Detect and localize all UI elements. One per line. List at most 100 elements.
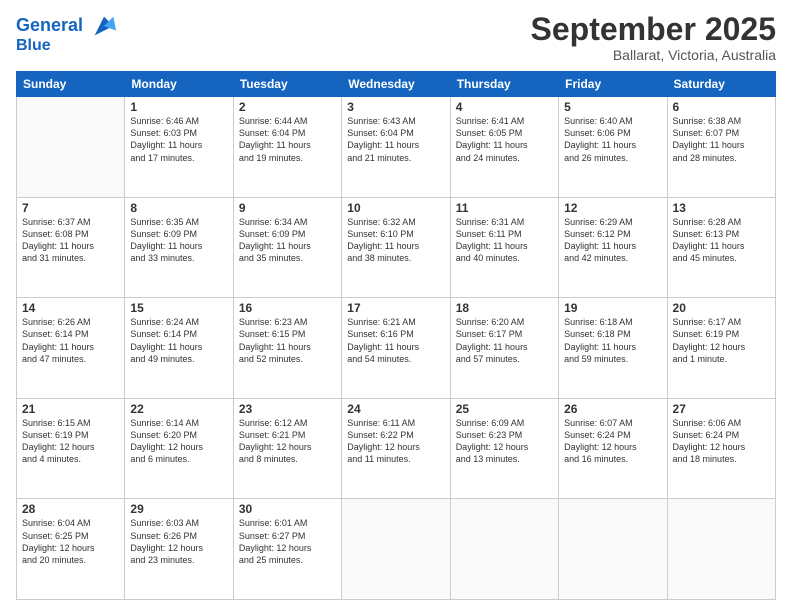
table-row — [17, 97, 125, 198]
cell-info: Sunrise: 6:18 AMSunset: 6:18 PMDaylight:… — [564, 316, 661, 365]
cell-info: Sunrise: 6:31 AMSunset: 6:11 PMDaylight:… — [456, 216, 553, 265]
cell-info: Sunrise: 6:03 AMSunset: 6:26 PMDaylight:… — [130, 517, 227, 566]
day-number: 28 — [22, 502, 119, 516]
cell-info: Sunrise: 6:28 AMSunset: 6:13 PMDaylight:… — [673, 216, 770, 265]
cell-info: Sunrise: 6:32 AMSunset: 6:10 PMDaylight:… — [347, 216, 444, 265]
cell-info: Sunrise: 6:44 AMSunset: 6:04 PMDaylight:… — [239, 115, 336, 164]
table-row: 20Sunrise: 6:17 AMSunset: 6:19 PMDayligh… — [667, 298, 775, 399]
table-row: 7Sunrise: 6:37 AMSunset: 6:08 PMDaylight… — [17, 197, 125, 298]
day-number: 21 — [22, 402, 119, 416]
header: General Blue September 2025 Ballarat, Vi… — [16, 12, 776, 63]
table-row: 4Sunrise: 6:41 AMSunset: 6:05 PMDaylight… — [450, 97, 558, 198]
cell-info: Sunrise: 6:12 AMSunset: 6:21 PMDaylight:… — [239, 417, 336, 466]
table-row: 29Sunrise: 6:03 AMSunset: 6:26 PMDayligh… — [125, 499, 233, 600]
col-tuesday: Tuesday — [233, 72, 341, 97]
col-sunday: Sunday — [17, 72, 125, 97]
table-row: 16Sunrise: 6:23 AMSunset: 6:15 PMDayligh… — [233, 298, 341, 399]
day-number: 29 — [130, 502, 227, 516]
table-row: 1Sunrise: 6:46 AMSunset: 6:03 PMDaylight… — [125, 97, 233, 198]
table-row: 13Sunrise: 6:28 AMSunset: 6:13 PMDayligh… — [667, 197, 775, 298]
day-number: 3 — [347, 100, 444, 114]
location-subtitle: Ballarat, Victoria, Australia — [531, 47, 776, 63]
table-row: 22Sunrise: 6:14 AMSunset: 6:20 PMDayligh… — [125, 398, 233, 499]
day-number: 27 — [673, 402, 770, 416]
table-row: 24Sunrise: 6:11 AMSunset: 6:22 PMDayligh… — [342, 398, 450, 499]
day-number: 14 — [22, 301, 119, 315]
day-number: 11 — [456, 201, 553, 215]
table-row: 8Sunrise: 6:35 AMSunset: 6:09 PMDaylight… — [125, 197, 233, 298]
day-number: 19 — [564, 301, 661, 315]
day-number: 8 — [130, 201, 227, 215]
cell-info: Sunrise: 6:38 AMSunset: 6:07 PMDaylight:… — [673, 115, 770, 164]
col-saturday: Saturday — [667, 72, 775, 97]
table-row: 28Sunrise: 6:04 AMSunset: 6:25 PMDayligh… — [17, 499, 125, 600]
cell-info: Sunrise: 6:29 AMSunset: 6:12 PMDaylight:… — [564, 216, 661, 265]
cell-info: Sunrise: 6:37 AMSunset: 6:08 PMDaylight:… — [22, 216, 119, 265]
table-row — [450, 499, 558, 600]
day-number: 18 — [456, 301, 553, 315]
cell-info: Sunrise: 6:46 AMSunset: 6:03 PMDaylight:… — [130, 115, 227, 164]
table-row: 3Sunrise: 6:43 AMSunset: 6:04 PMDaylight… — [342, 97, 450, 198]
logo-icon — [90, 12, 118, 40]
logo: General Blue — [16, 12, 118, 55]
cell-info: Sunrise: 6:41 AMSunset: 6:05 PMDaylight:… — [456, 115, 553, 164]
table-row: 26Sunrise: 6:07 AMSunset: 6:24 PMDayligh… — [559, 398, 667, 499]
cell-info: Sunrise: 6:43 AMSunset: 6:04 PMDaylight:… — [347, 115, 444, 164]
day-number: 7 — [22, 201, 119, 215]
cell-info: Sunrise: 6:35 AMSunset: 6:09 PMDaylight:… — [130, 216, 227, 265]
calendar-week-row: 1Sunrise: 6:46 AMSunset: 6:03 PMDaylight… — [17, 97, 776, 198]
table-row: 23Sunrise: 6:12 AMSunset: 6:21 PMDayligh… — [233, 398, 341, 499]
day-number: 22 — [130, 402, 227, 416]
cell-info: Sunrise: 6:23 AMSunset: 6:15 PMDaylight:… — [239, 316, 336, 365]
cell-info: Sunrise: 6:11 AMSunset: 6:22 PMDaylight:… — [347, 417, 444, 466]
col-friday: Friday — [559, 72, 667, 97]
day-number: 5 — [564, 100, 661, 114]
cell-info: Sunrise: 6:14 AMSunset: 6:20 PMDaylight:… — [130, 417, 227, 466]
table-row: 10Sunrise: 6:32 AMSunset: 6:10 PMDayligh… — [342, 197, 450, 298]
table-row: 14Sunrise: 6:26 AMSunset: 6:14 PMDayligh… — [17, 298, 125, 399]
calendar-week-row: 21Sunrise: 6:15 AMSunset: 6:19 PMDayligh… — [17, 398, 776, 499]
header-row: Sunday Monday Tuesday Wednesday Thursday… — [17, 72, 776, 97]
calendar-week-row: 14Sunrise: 6:26 AMSunset: 6:14 PMDayligh… — [17, 298, 776, 399]
table-row: 12Sunrise: 6:29 AMSunset: 6:12 PMDayligh… — [559, 197, 667, 298]
day-number: 16 — [239, 301, 336, 315]
day-number: 30 — [239, 502, 336, 516]
day-number: 4 — [456, 100, 553, 114]
col-wednesday: Wednesday — [342, 72, 450, 97]
day-number: 6 — [673, 100, 770, 114]
cell-info: Sunrise: 6:20 AMSunset: 6:17 PMDaylight:… — [456, 316, 553, 365]
day-number: 25 — [456, 402, 553, 416]
table-row: 25Sunrise: 6:09 AMSunset: 6:23 PMDayligh… — [450, 398, 558, 499]
day-number: 17 — [347, 301, 444, 315]
month-title: September 2025 — [531, 12, 776, 47]
table-row: 18Sunrise: 6:20 AMSunset: 6:17 PMDayligh… — [450, 298, 558, 399]
calendar-table: Sunday Monday Tuesday Wednesday Thursday… — [16, 71, 776, 600]
day-number: 15 — [130, 301, 227, 315]
cell-info: Sunrise: 6:07 AMSunset: 6:24 PMDaylight:… — [564, 417, 661, 466]
cell-info: Sunrise: 6:06 AMSunset: 6:24 PMDaylight:… — [673, 417, 770, 466]
table-row — [559, 499, 667, 600]
logo-general: General — [16, 15, 83, 35]
table-row: 15Sunrise: 6:24 AMSunset: 6:14 PMDayligh… — [125, 298, 233, 399]
day-number: 12 — [564, 201, 661, 215]
table-row: 21Sunrise: 6:15 AMSunset: 6:19 PMDayligh… — [17, 398, 125, 499]
day-number: 13 — [673, 201, 770, 215]
cell-info: Sunrise: 6:24 AMSunset: 6:14 PMDaylight:… — [130, 316, 227, 365]
col-thursday: Thursday — [450, 72, 558, 97]
cell-info: Sunrise: 6:09 AMSunset: 6:23 PMDaylight:… — [456, 417, 553, 466]
table-row: 6Sunrise: 6:38 AMSunset: 6:07 PMDaylight… — [667, 97, 775, 198]
page: General Blue September 2025 Ballarat, Vi… — [0, 0, 792, 612]
title-block: September 2025 Ballarat, Victoria, Austr… — [531, 12, 776, 63]
cell-info: Sunrise: 6:15 AMSunset: 6:19 PMDaylight:… — [22, 417, 119, 466]
table-row: 11Sunrise: 6:31 AMSunset: 6:11 PMDayligh… — [450, 197, 558, 298]
cell-info: Sunrise: 6:40 AMSunset: 6:06 PMDaylight:… — [564, 115, 661, 164]
cell-info: Sunrise: 6:01 AMSunset: 6:27 PMDaylight:… — [239, 517, 336, 566]
table-row — [342, 499, 450, 600]
cell-info: Sunrise: 6:04 AMSunset: 6:25 PMDaylight:… — [22, 517, 119, 566]
table-row: 5Sunrise: 6:40 AMSunset: 6:06 PMDaylight… — [559, 97, 667, 198]
day-number: 23 — [239, 402, 336, 416]
day-number: 9 — [239, 201, 336, 215]
day-number: 10 — [347, 201, 444, 215]
table-row: 19Sunrise: 6:18 AMSunset: 6:18 PMDayligh… — [559, 298, 667, 399]
cell-info: Sunrise: 6:21 AMSunset: 6:16 PMDaylight:… — [347, 316, 444, 365]
